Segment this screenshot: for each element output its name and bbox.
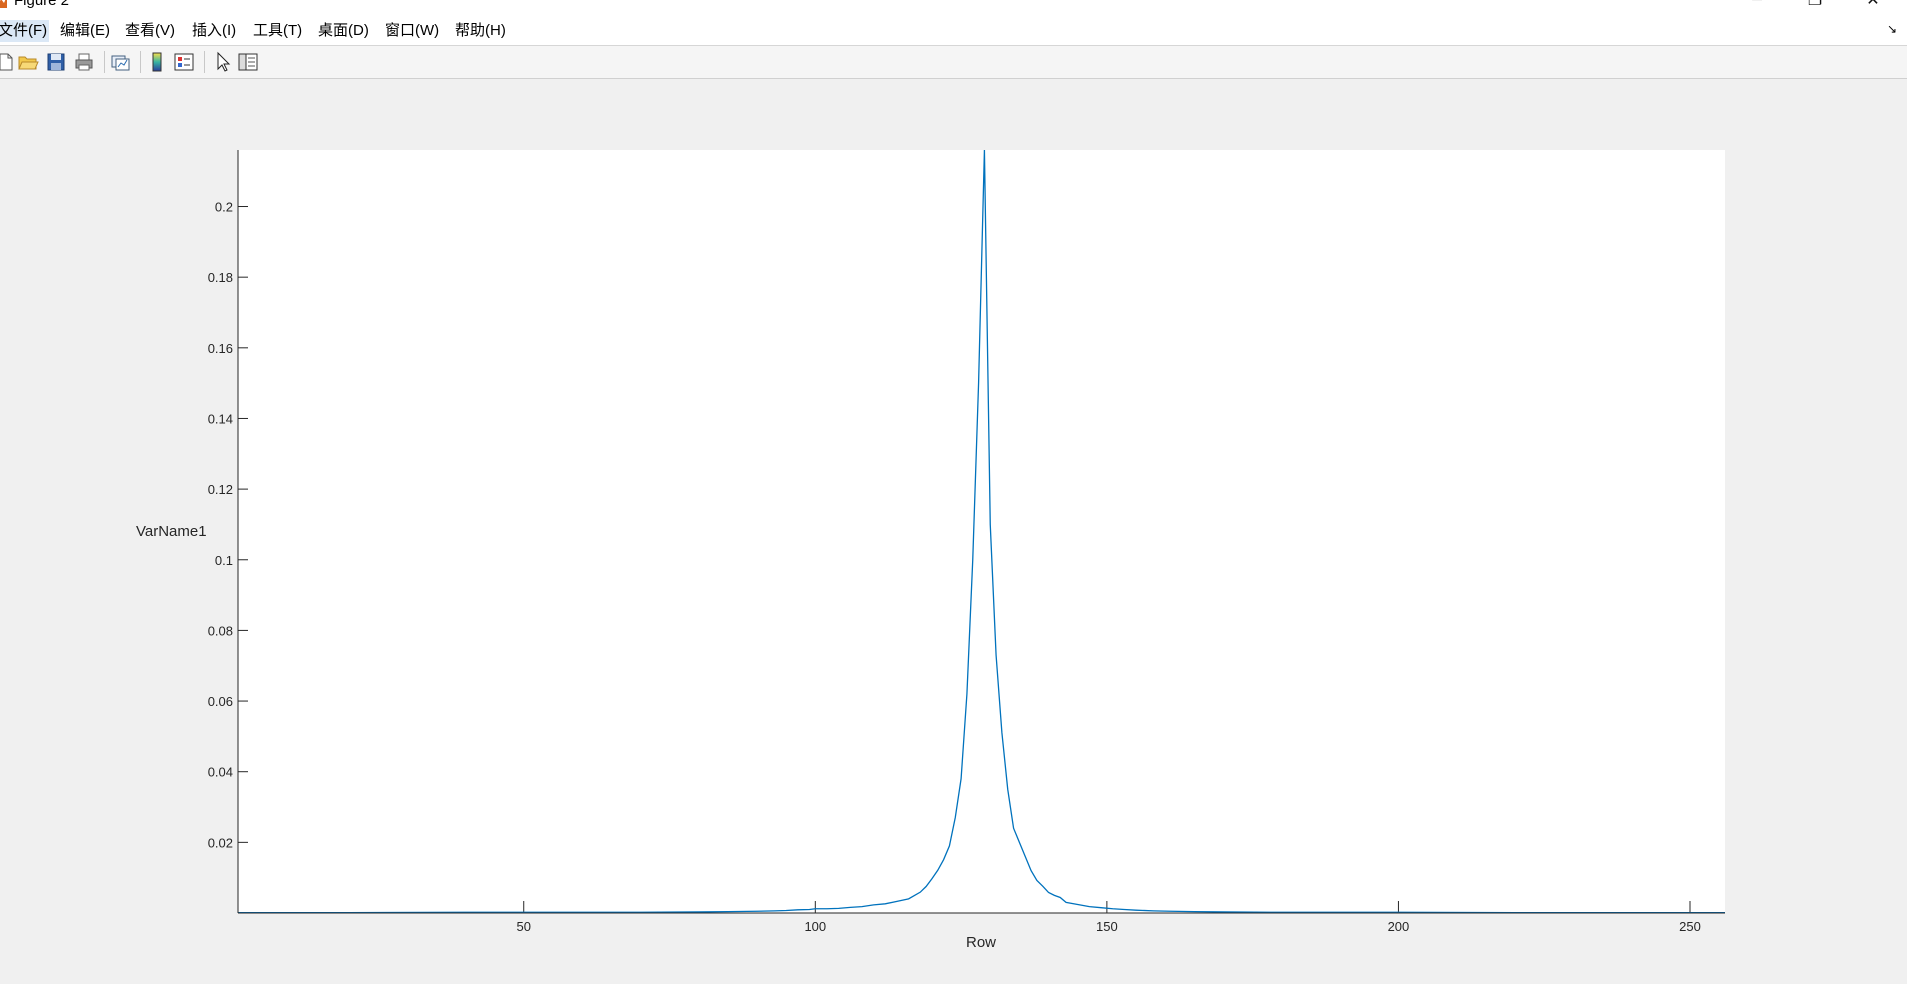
x-tick-label: 150	[1096, 919, 1118, 934]
property-inspector-icon[interactable]	[236, 50, 260, 74]
y-tick-label: 0.14	[208, 411, 233, 426]
y-tick-label: 0.1	[215, 553, 233, 568]
window-title: Figure 2	[14, 0, 70, 9]
line-plot[interactable]: 0.02 0.04 0.06 0.08 0.1 0.12 0.14 0.16 0.18 0.2 5…	[0, 79, 1907, 984]
dock-arrow-icon[interactable]: ↘	[1887, 22, 1897, 36]
y-tick-label: 0.02	[208, 835, 233, 850]
y-tick-label: 0.04	[208, 765, 233, 780]
y-tick-label: 0.08	[208, 623, 233, 638]
menu-view[interactable]: 查看(V)	[123, 20, 177, 42]
y-tick-label: 0.16	[208, 341, 233, 356]
y-tick-label: 0.12	[208, 482, 233, 497]
print-icon[interactable]	[72, 50, 96, 74]
y-tick-label: 0.06	[208, 694, 233, 709]
toolbar-separator	[140, 51, 141, 73]
x-axis-label: Row	[966, 934, 997, 951]
figure-toolbar	[0, 46, 1907, 79]
maximize-button[interactable]: ❐	[1792, 0, 1838, 10]
menu-desktop[interactable]: 桌面(D)	[316, 20, 371, 42]
link-plot-icon[interactable]	[108, 50, 132, 74]
menu-window[interactable]: 窗口(W)	[383, 20, 441, 42]
insert-colorbar-icon[interactable]	[145, 50, 169, 74]
x-tick-label: 200	[1388, 919, 1410, 934]
toolbar-separator	[104, 51, 105, 73]
x-tick-label: 100	[804, 919, 826, 934]
open-file-icon[interactable]	[16, 50, 40, 74]
menu-file[interactable]: 文件(F)	[0, 20, 50, 42]
menu-bar: 文件(F) 编辑(E) 查看(V) 插入(I) 工具(T) 桌面(D) 窗口(W…	[0, 10, 1907, 46]
close-button[interactable]: ✕	[1850, 0, 1896, 10]
edit-plot-icon[interactable]	[210, 50, 234, 74]
matlab-logo-icon	[0, 0, 7, 8]
x-tick-label: 250	[1679, 919, 1701, 934]
menu-help[interactable]: 帮助(H)	[453, 20, 508, 42]
x-tick-label: 50	[517, 919, 531, 934]
toolbar-separator	[204, 51, 205, 73]
menu-tools[interactable]: 工具(T)	[251, 20, 304, 42]
y-tick-label: 0.2	[215, 200, 233, 215]
save-icon[interactable]	[44, 50, 68, 74]
insert-legend-icon[interactable]	[172, 50, 196, 74]
menu-edit[interactable]: 编辑(E)	[58, 20, 112, 42]
menu-insert[interactable]: 插入(I)	[190, 20, 238, 42]
y-tick-label: 0.18	[208, 270, 233, 285]
minimize-button[interactable]: ─	[1734, 0, 1780, 10]
figure-canvas[interactable]: 0.02 0.04 0.06 0.08 0.1 0.12 0.14 0.16 0.18 0.2 5…	[0, 79, 1907, 984]
title-bar: Figure 2 ─ ❐ ✕	[0, 0, 1907, 10]
y-axis-label: VarName1	[136, 523, 207, 540]
